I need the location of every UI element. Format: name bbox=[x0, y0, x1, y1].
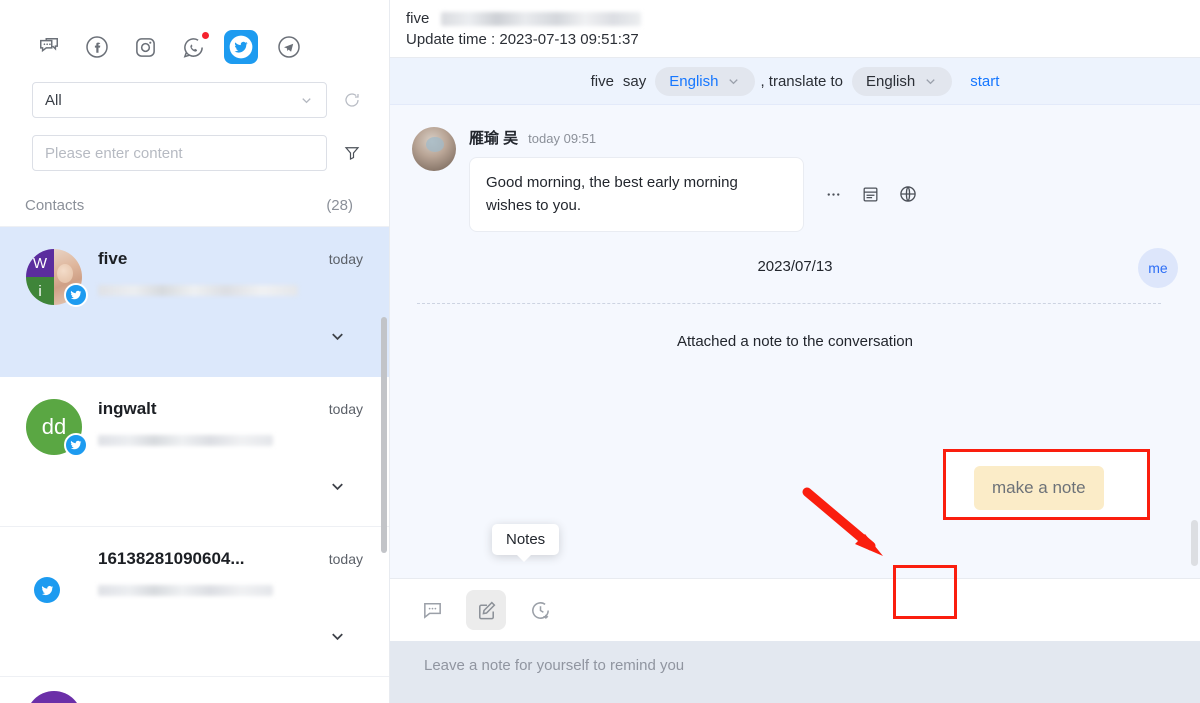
sidebar-scrollbar[interactable] bbox=[381, 317, 387, 553]
contact-row-ingwalt[interactable]: dd ingwalt today bbox=[0, 377, 389, 527]
sidebar: All Contacts (28) bbox=[0, 0, 390, 703]
translate-globe-icon[interactable] bbox=[898, 184, 918, 204]
twitter-icon bbox=[64, 283, 88, 307]
platform-filter-select[interactable]: All bbox=[32, 82, 327, 118]
me-avatar-badge: me bbox=[1138, 247, 1178, 288]
filter-row: All bbox=[0, 82, 389, 118]
contact-name: ingwalt bbox=[98, 399, 157, 418]
app-root: All Contacts (28) bbox=[0, 0, 1200, 703]
avatar-letter-w: W bbox=[26, 249, 54, 277]
message-actions bbox=[824, 184, 918, 204]
message-bubble: Good morning, the best early morning wis… bbox=[469, 157, 804, 232]
contact-row-five[interactable]: W i five today bbox=[0, 227, 389, 377]
date-divider: 2023/07/13 me bbox=[412, 247, 1178, 288]
conversation-contact-name: five bbox=[406, 10, 430, 27]
source-language-value: English bbox=[669, 72, 719, 90]
search-input[interactable] bbox=[32, 135, 327, 171]
contact-row-partial[interactable] bbox=[0, 677, 389, 703]
conversation-scrollbar[interactable] bbox=[1191, 520, 1198, 566]
twitter-icon[interactable] bbox=[224, 30, 258, 64]
whatsapp-unread-dot bbox=[202, 32, 209, 39]
contact-preview-redacted bbox=[98, 435, 273, 446]
chevron-down-icon[interactable] bbox=[328, 327, 347, 346]
date-divider-label: 2023/07/13 bbox=[757, 257, 833, 275]
contacts-header: Contacts (28) bbox=[0, 171, 389, 226]
contact-row-phone[interactable]: 16138281090604... today bbox=[0, 527, 389, 677]
search-row bbox=[0, 135, 389, 171]
avatar: dd bbox=[26, 399, 88, 457]
note-system-message: Attached a note to the conversation bbox=[677, 332, 913, 350]
refresh-icon[interactable] bbox=[341, 89, 363, 111]
chevron-down-icon bbox=[299, 93, 314, 108]
funnel-filter-icon[interactable] bbox=[341, 142, 363, 164]
translate-subject: five bbox=[590, 72, 614, 90]
telegram-icon[interactable] bbox=[272, 30, 306, 64]
platform-filter-bar bbox=[0, 0, 389, 78]
contact-preview-redacted bbox=[98, 285, 298, 296]
contact-name: 16138281090604... bbox=[98, 549, 245, 568]
translate-to-label: , translate to bbox=[760, 72, 844, 90]
note-bubble: make a note bbox=[974, 466, 1104, 510]
contact-time: today bbox=[328, 251, 363, 267]
notes-edit-icon[interactable] bbox=[466, 590, 506, 630]
translate-bar: five say English , translate to English … bbox=[390, 58, 1200, 105]
twitter-icon bbox=[34, 577, 60, 603]
avatar: W i bbox=[26, 249, 88, 307]
platform-filter-value: All bbox=[45, 91, 62, 109]
quick-reply-icon[interactable] bbox=[412, 590, 452, 630]
facebook-icon[interactable] bbox=[80, 30, 114, 64]
message-time: today 09:51 bbox=[528, 131, 597, 146]
instagram-icon[interactable] bbox=[128, 30, 162, 64]
schedule-clock-icon[interactable] bbox=[520, 590, 560, 630]
contacts-list[interactable]: W i five today dd ingwalt today 16138281… bbox=[0, 226, 389, 703]
contact-preview-redacted bbox=[98, 585, 273, 596]
avatar bbox=[26, 691, 82, 703]
contact-name: five bbox=[98, 249, 128, 268]
target-language-value: English bbox=[866, 72, 916, 90]
contact-time: today bbox=[328, 401, 363, 417]
note-input[interactable]: Leave a note for yourself to remind you bbox=[390, 641, 1200, 703]
composer: Leave a note for yourself to remind you bbox=[390, 578, 1200, 703]
conversation-handle-redacted bbox=[441, 11, 642, 26]
source-language-select[interactable]: English bbox=[655, 66, 756, 96]
translate-say-label: say bbox=[622, 72, 647, 90]
chevron-down-icon[interactable] bbox=[328, 627, 347, 646]
avatar-initials bbox=[26, 691, 82, 703]
section-separator bbox=[417, 302, 1161, 304]
contact-time: today bbox=[328, 551, 363, 567]
chevron-down-icon bbox=[923, 74, 938, 89]
avatar bbox=[412, 127, 456, 171]
notes-tooltip: Notes bbox=[492, 524, 560, 562]
twitter-icon bbox=[64, 433, 88, 457]
contacts-count: (28) bbox=[326, 197, 353, 214]
message-item: 雁瑜 吴 today 09:51 Good morning, the best … bbox=[412, 127, 1178, 232]
note-document-icon[interactable] bbox=[861, 185, 880, 204]
chat-icon[interactable] bbox=[32, 30, 66, 64]
target-language-select[interactable]: English bbox=[852, 66, 953, 96]
composer-toolbar bbox=[390, 579, 1200, 641]
avatar bbox=[26, 549, 82, 605]
whatsapp-icon[interactable] bbox=[176, 30, 210, 64]
chevron-down-icon[interactable] bbox=[328, 477, 347, 496]
avatar-letter-i: i bbox=[26, 277, 54, 305]
conversation-update-time: Update time : 2023-07-13 09:51:37 bbox=[406, 31, 639, 48]
chevron-down-icon bbox=[726, 74, 741, 89]
contacts-label: Contacts bbox=[25, 197, 85, 214]
conversation-header: five Update time : 2023-07-13 09:51:37 bbox=[390, 0, 1200, 58]
message-sender: 雁瑜 吴 bbox=[469, 130, 519, 147]
more-ellipsis-icon[interactable] bbox=[824, 185, 843, 204]
start-translation-link[interactable]: start bbox=[970, 73, 999, 90]
conversation-panel: five Update time : 2023-07-13 09:51:37 f… bbox=[390, 0, 1200, 703]
